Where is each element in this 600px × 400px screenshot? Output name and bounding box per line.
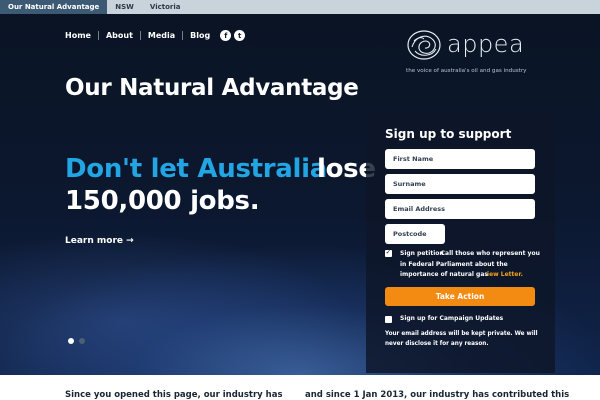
nav-about-link[interactable]: About bbox=[97, 31, 140, 40]
updates-label: Sign up for Campaign Updates bbox=[400, 315, 504, 322]
appea-logo-mark-icon bbox=[407, 30, 441, 60]
updates-checkbox[interactable] bbox=[385, 316, 392, 323]
facebook-icon[interactable]: f bbox=[220, 30, 232, 41]
logo-tagline: the voice of australia's oil and gas ind… bbox=[406, 68, 527, 74]
learn-more-link[interactable]: Learn more → bbox=[65, 236, 134, 246]
slogan-highlight: Don't let Australia bbox=[65, 154, 327, 184]
tab-victoria[interactable]: Victoria bbox=[142, 0, 189, 14]
nav-media-link[interactable]: Media bbox=[139, 31, 182, 40]
signup-form: Sign up to support Sign petitionCall tho… bbox=[366, 115, 555, 373]
slider-dots bbox=[68, 338, 90, 344]
stats-left-heading: Since you opened this page, our industry… bbox=[65, 390, 283, 400]
petition-checkbox[interactable] bbox=[385, 248, 392, 257]
logo-wordmark: appea bbox=[447, 30, 525, 58]
slide-dot-1[interactable] bbox=[68, 338, 74, 344]
postcode-field[interactable] bbox=[385, 224, 445, 244]
form-heading: Sign up to support bbox=[385, 127, 512, 141]
slogan-jobs: 150,000 jobs. bbox=[65, 186, 260, 216]
main-nav: Home About Media Blog f t bbox=[65, 30, 246, 41]
tab-our-natural-advantage[interactable]: Our Natural Advantage bbox=[0, 0, 108, 14]
surname-field[interactable] bbox=[385, 174, 535, 194]
first-name-field[interactable] bbox=[385, 149, 535, 169]
stats-right-heading: and since 1 Jan 2013, our industry has c… bbox=[305, 390, 570, 400]
slide-dot-2[interactable] bbox=[79, 338, 85, 344]
petition-label: Sign petition bbox=[400, 250, 444, 257]
twitter-icon[interactable]: t bbox=[234, 30, 246, 41]
tab-nsw[interactable]: NSW bbox=[107, 0, 142, 14]
petition-row: Sign petitionCall those who represent yo… bbox=[385, 248, 540, 283]
nav-blog-link[interactable]: Blog bbox=[182, 31, 217, 40]
nav-home-link[interactable]: Home bbox=[65, 31, 98, 40]
email-field[interactable] bbox=[385, 199, 535, 219]
hero-slogan: Don't let Australialose 150,000 jobs. bbox=[65, 153, 376, 217]
take-action-button[interactable]: Take Action bbox=[385, 287, 535, 306]
updates-row: Sign up for Campaign Updates bbox=[385, 315, 536, 325]
view-letter-link[interactable]: iew Letter. bbox=[487, 271, 523, 278]
stats-section: Since you opened this page, our industry… bbox=[0, 375, 600, 400]
campaign-tab-bar: Our Natural Advantage NSW Victoria bbox=[0, 0, 600, 14]
page-title: Our Natural Advantage bbox=[65, 75, 359, 101]
petition-text: Sign petitionCall those who represent yo… bbox=[400, 249, 540, 281]
privacy-note: Your email address will be kept private.… bbox=[385, 331, 538, 347]
